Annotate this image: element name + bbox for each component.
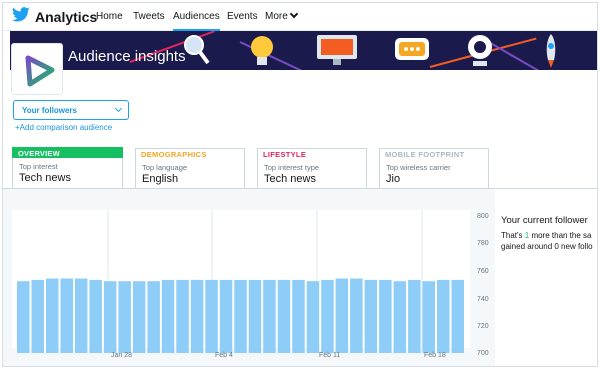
x-tick-label: Feb 11 — [319, 352, 341, 359]
chart-bar[interactable] — [451, 279, 465, 353]
y-tick-label: 720 — [477, 323, 489, 330]
chart-bar[interactable] — [176, 279, 189, 353]
chart-bar[interactable] — [437, 279, 450, 353]
chart-bar[interactable] — [408, 279, 421, 353]
chart-bar[interactable] — [118, 281, 131, 353]
chart-bar[interactable] — [263, 279, 276, 353]
summary-title: Your current follower — [501, 215, 588, 226]
chart-bar[interactable] — [132, 281, 146, 353]
chart-bar[interactable] — [60, 278, 74, 354]
y-tick-label: 800 — [477, 213, 489, 220]
chart-bar[interactable] — [422, 281, 436, 353]
chart-bar[interactable] — [161, 279, 175, 353]
chart-bar[interactable] — [292, 279, 305, 353]
y-tick-label: 700 — [477, 350, 489, 357]
summary-line-1-post: more than the sa — [529, 231, 592, 240]
chart-bar[interactable] — [219, 279, 233, 353]
chart-bar[interactable] — [248, 279, 262, 353]
chart-bar[interactable] — [234, 279, 247, 353]
x-tick-label: Feb 18 — [424, 352, 446, 359]
chart-bar[interactable] — [190, 279, 204, 353]
chart-bar[interactable] — [74, 278, 88, 354]
y-tick-label: 780 — [477, 240, 489, 247]
x-tick-label: Jan 28 — [111, 352, 133, 359]
chart-bar[interactable] — [103, 281, 117, 353]
chart-bar[interactable] — [46, 278, 59, 354]
y-tick-label: 740 — [477, 296, 489, 303]
x-tick-label: Feb 4 — [215, 352, 233, 359]
chart-bar[interactable] — [89, 279, 102, 353]
chart-bar[interactable] — [350, 278, 363, 354]
summary-line-1: That's 1 more than the sa — [501, 231, 591, 240]
chart-bar[interactable] — [321, 279, 334, 353]
chart-bar[interactable] — [277, 279, 291, 353]
chart-bar[interactable] — [31, 279, 45, 353]
chart-bar[interactable] — [364, 279, 378, 353]
chart-bar[interactable] — [335, 278, 349, 354]
chart-bar[interactable] — [393, 281, 407, 353]
analytics-window: Analytics Home Tweets Audiences Events M… — [2, 2, 598, 367]
chart-bar[interactable] — [17, 281, 30, 353]
summary-line-1-pre: That's — [501, 231, 525, 240]
chart-bar[interactable] — [147, 281, 160, 353]
chart-bar[interactable] — [306, 281, 320, 353]
chart-bar[interactable] — [205, 279, 218, 353]
chart-bar[interactable] — [379, 279, 392, 353]
summary-line-2: gained around 0 new follo — [501, 242, 593, 251]
y-tick-label: 760 — [477, 268, 489, 275]
follower-summary: Your current follower That's 1 more than… — [495, 189, 597, 366]
